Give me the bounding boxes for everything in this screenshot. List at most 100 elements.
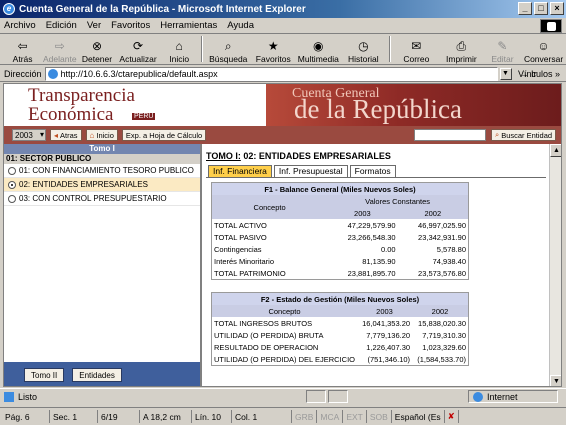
multimedia-button[interactable]: ◉ Multimedia (296, 34, 341, 64)
estado-gestion-table: F2 - Estado de Gestión (Miles Nuevos Sol… (211, 292, 469, 366)
tomo-ii-button[interactable]: Tomo II (24, 368, 65, 382)
menu-herramientas[interactable]: Herramientas (160, 20, 217, 31)
word-sob[interactable]: SOB (367, 410, 392, 423)
f1-col-2002: 2002 (397, 207, 468, 219)
table-row: Interés Minoritario 81,135.90 74,938.40 (214, 256, 466, 266)
address-bar: Dirección http://10.6.6.3/ctarepublica/d… (0, 66, 566, 82)
option-entidades-empresariales[interactable]: 02: ENTIDADES EMPRESARIALES (4, 178, 200, 192)
table-row: TOTAL ACTIVO 47,229,579.90 46,997,025.90 (214, 220, 466, 230)
word-page-count: 6/19 (98, 410, 140, 423)
back-arrow-icon: ◂ (54, 130, 59, 140)
links-button[interactable]: Vínculos » (518, 69, 560, 79)
search-button[interactable]: ⌕ Búsqueda (206, 34, 251, 65)
scroll-down-icon[interactable]: ▼ (550, 375, 561, 386)
security-zone: Internet (468, 390, 558, 403)
back-arrow-icon: ⇦ (17, 39, 28, 53)
word-mca[interactable]: MCA (317, 410, 344, 423)
banner-republica: de la República (294, 94, 462, 124)
minimize-button[interactable]: _ (518, 2, 532, 15)
word-line: Lín. 10 (192, 410, 232, 423)
f1-col-2003: 2003 (327, 207, 398, 219)
site-nav-row: 2003 ◂Atras ⌂Inicio Exp. a Hoja de Cálcu… (4, 126, 561, 144)
window-title: Cuenta General de la República - Microso… (19, 3, 306, 15)
f2-col-2002: 2002 (412, 305, 468, 317)
mail-icon: ✉ (411, 39, 422, 53)
favorites-icon: ★ (267, 39, 279, 53)
word-status-bar: Pág. 6 Sec. 1 6/19 A 18,2 cm Lín. 10 Col… (0, 407, 566, 425)
scroll-up-icon[interactable]: ▲ (550, 144, 561, 157)
forward-button[interactable]: ⇨ Adelante (41, 34, 78, 64)
year-select[interactable]: 2003 (12, 129, 46, 141)
tomo-header: Tomo I (4, 144, 200, 154)
buscar-entidad-input[interactable] (414, 129, 486, 141)
site-banner: Transparencia Económica PERU Cuenta Gene… (4, 84, 561, 126)
menu-archivo[interactable]: Archivo (4, 20, 36, 31)
spellcheck-icon[interactable]: ✘ (445, 410, 459, 423)
page-icon (47, 68, 58, 79)
messenger-icon: ☺ (537, 39, 550, 53)
home-button[interactable]: ⌂ Inicio (161, 34, 198, 64)
option-tesoro-publico[interactable]: 01: CON FINANCIAMIENTO TESORO PUBLICO (4, 164, 200, 178)
buscar-entidad-button[interactable]: ⌕ Buscar Entidad (491, 129, 557, 141)
word-ext[interactable]: EXT (343, 410, 367, 423)
close-button[interactable]: × (550, 2, 564, 15)
vertical-scrollbar[interactable]: ▲ ▼ (549, 144, 561, 386)
word-grb[interactable]: GRB (292, 410, 318, 423)
toolbar-separator (388, 36, 391, 62)
tab-formatos[interactable]: Formatos (349, 165, 396, 177)
status-cell (306, 390, 326, 403)
atras-button[interactable]: ◂ Atras (50, 129, 82, 141)
section-title: TOMO I: 02: ENTIDADES EMPRESARIALES (206, 151, 391, 161)
printer-icon: ⎙ (456, 38, 467, 53)
tab-inf-presupuestal[interactable]: Inf. Presupuestal (273, 165, 348, 177)
inicio-button[interactable]: ⌂ Inicio (85, 129, 118, 141)
table-row: RESULTADO DE OPERACION 1,226,407.30 1,02… (214, 342, 466, 352)
entidades-button[interactable]: Entidades (72, 368, 122, 382)
mail-button[interactable]: ✉ Correo (394, 34, 439, 64)
back-button[interactable]: ⇦ Atrás (4, 34, 41, 64)
messenger-button[interactable]: ☺ Conversar (521, 34, 566, 64)
sector-heading: 01: SECTOR PUBLICO (4, 154, 200, 164)
option-control-presupuestario[interactable]: 03: CON CONTROL PRESUPUESTARIO (4, 192, 200, 206)
tab-inf-financiera[interactable]: Inf. Financiera (208, 165, 272, 177)
history-icon: ◷ (358, 39, 369, 53)
history-button[interactable]: ◷ Historial (341, 34, 386, 64)
word-language: Español (Es (392, 410, 445, 423)
word-column: Col. 1 (232, 410, 292, 423)
refresh-icon: ⟳ (133, 39, 144, 53)
refresh-button[interactable]: ⟳ Actualizar (116, 34, 161, 64)
table-row: TOTAL INGRESOS BRUTOS 16,041,353.20 15,8… (214, 318, 466, 328)
table-row: TOTAL PATRIMONIO 23,881,895.70 23,573,57… (214, 268, 466, 278)
table-row: TOTAL PASIVO 23,266,548.30 23,342,931.90 (214, 232, 466, 242)
edit-button[interactable]: ✎ Editar (484, 34, 521, 64)
home-icon: ⌂ (89, 130, 95, 140)
page-viewport: Transparencia Económica PERU Cuenta Gene… (3, 83, 562, 387)
menu-ver[interactable]: Ver (87, 20, 101, 31)
address-url: http://10.6.6.3/ctarepublica/default.asp… (60, 68, 218, 79)
tree-panel: Tomo I 01: SECTOR PUBLICO 01: CON FINANC… (4, 144, 202, 386)
edit-icon: ✎ (497, 39, 508, 53)
forward-arrow-icon: ⇨ (54, 39, 65, 53)
page-icon (4, 391, 14, 402)
print-button[interactable]: ⎙ Imprimir (439, 34, 484, 65)
windows-logo-icon (540, 19, 562, 33)
address-dropdown-button[interactable]: ▼ (499, 67, 512, 80)
radio-button[interactable] (8, 166, 16, 175)
maximize-button[interactable]: □ (534, 2, 548, 15)
address-input[interactable]: http://10.6.6.3/ctarepublica/default.asp… (44, 66, 498, 81)
menu-bar: Archivo Edición Ver Favoritos Herramient… (0, 18, 566, 34)
radio-button[interactable] (8, 180, 16, 189)
globe-icon (473, 391, 483, 402)
menu-ayuda[interactable]: Ayuda (227, 20, 254, 31)
stop-button[interactable]: ⊗ Detener (78, 34, 115, 64)
favorites-button[interactable]: ★ Favoritos (251, 34, 296, 64)
browser-toolbar: ⇦ Atrás ⇨ Adelante ⊗ Detener ⟳ Actualiza… (0, 35, 566, 65)
browser-status-bar: Listo Internet (0, 388, 566, 404)
f2-col-concepto: Concepto (212, 305, 357, 317)
radio-button[interactable] (8, 194, 16, 203)
menu-favoritos[interactable]: Favoritos (111, 20, 150, 31)
tab-strip: Inf. Financiera Inf. Presupuestal Format… (208, 165, 398, 177)
export-spreadsheet-button[interactable]: Exp. a Hoja de Cálculo (121, 129, 207, 141)
word-section: Sec. 1 (50, 410, 98, 423)
menu-edicion[interactable]: Edición (46, 20, 77, 31)
